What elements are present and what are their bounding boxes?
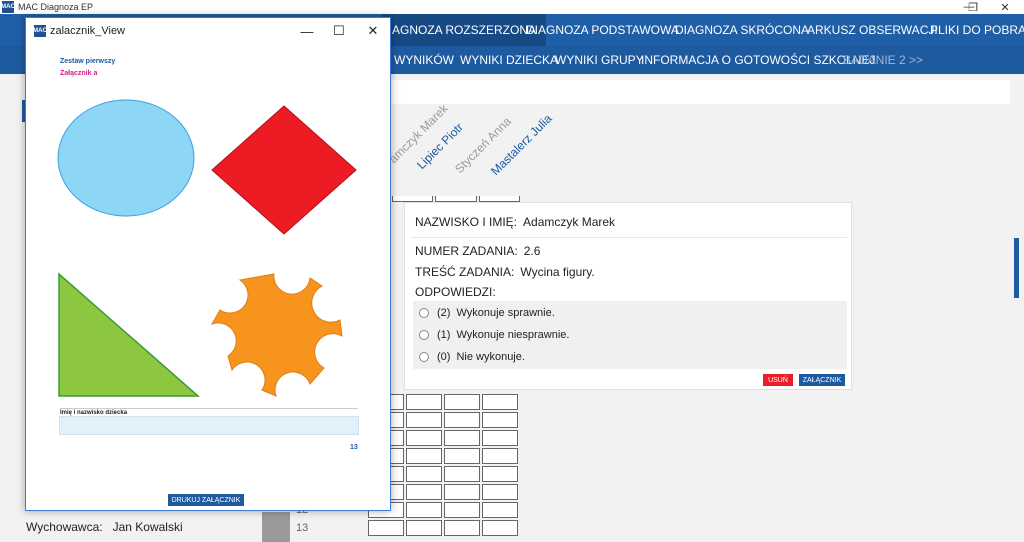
task-name-value: Adamczyk Marek	[523, 215, 616, 229]
grid-cell[interactable]	[444, 412, 480, 428]
attachment-window-titlebar[interactable]: MAC zalacznik_View — ☐ ✕	[26, 18, 390, 44]
task-content-value: Wycina figury.	[520, 265, 595, 279]
divider	[411, 237, 847, 238]
scrollbar-track[interactable]	[1012, 108, 1024, 542]
grid-cell[interactable]	[444, 448, 480, 464]
cutout-shapes	[57, 99, 357, 397]
minimize-icon[interactable]: —	[290, 18, 324, 44]
answer-option[interactable]: (2) Wykonuje sprawnie.	[419, 307, 555, 319]
task-name-label: NAZWISKO I IMIĘ:	[415, 215, 518, 229]
child-name-label: Imię i nazwisko dziecka	[60, 408, 358, 416]
attachment-window: MAC zalacznik_View — ☐ ✕ Zestaw pierwszy…	[25, 17, 391, 511]
nav-diagnoza-rozszerzona[interactable]: AGNOZA ROZSZERZONA	[382, 14, 547, 46]
set-label: Zestaw pierwszy	[60, 58, 116, 65]
answer-option[interactable]: (1) Wykonuje niesprawnie.	[419, 329, 569, 341]
tab-informacja-o-gotowosci[interactable]: INFORMACJA O GOTOWOŚCI SZKOLNEJ	[641, 46, 875, 74]
page-number: 13	[350, 444, 358, 451]
task-name-row: NAZWISKO I IMIĘ: Adamczyk Marek	[415, 215, 615, 229]
tab-badanie-2[interactable]: BADANIE 2 >>	[843, 46, 923, 74]
grid-cell[interactable]	[482, 502, 518, 518]
attachment-document: Zestaw pierwszy Załącznik a Imię i nazwi…	[32, 44, 384, 506]
app-logo-icon: MAC	[1, 1, 15, 13]
radio-button[interactable]	[419, 308, 429, 318]
grid-cell[interactable]	[444, 520, 480, 536]
print-attachment-button[interactable]: DRUKUJ ZAŁĄCZNIK	[168, 494, 244, 506]
answer-text: Wykonuje niesprawnie.	[456, 329, 570, 341]
answer-code: (2)	[437, 307, 451, 319]
child-name-field[interactable]	[59, 416, 359, 435]
attachment-label: Załącznik a	[60, 70, 98, 77]
app-titlebar: MAC MAC Diagnoza EP — ❐ ✕	[0, 0, 1024, 14]
grid-cell[interactable]	[406, 520, 442, 536]
grid-cell[interactable]	[444, 430, 480, 446]
grid-cell[interactable]	[406, 484, 442, 500]
grid-cell[interactable]	[482, 430, 518, 446]
task-panel: NAZWISKO I IMIĘ: Adamczyk Marek NUMER ZAD…	[404, 202, 852, 390]
circle-shape	[57, 99, 195, 217]
grid-cell[interactable]	[482, 520, 518, 536]
grid-cell[interactable]	[482, 484, 518, 500]
grid-cell[interactable]	[406, 466, 442, 482]
radio-button[interactable]	[419, 330, 429, 340]
maximize-icon[interactable]: ☐	[322, 18, 356, 44]
attachment-button[interactable]: ZAŁĄCZNIK	[799, 374, 845, 386]
grid-cell[interactable]	[406, 448, 442, 464]
grid-cell[interactable]	[444, 484, 480, 500]
grid-cell[interactable]	[406, 394, 442, 410]
task-content-row: TREŚĆ ZADANIA: Wycina figury.	[415, 265, 595, 279]
grid-cell[interactable]	[444, 466, 480, 482]
tab-wyniki-grupy[interactable]: WYNIKI GRUPY	[555, 46, 644, 74]
tab-wyniki-dziecka[interactable]: WYNIKI DZIECKA	[460, 46, 558, 74]
toolbar-strip	[370, 80, 1010, 104]
teacher-label: Wychowawca:	[26, 520, 103, 534]
grid-cell[interactable]	[406, 430, 442, 446]
answers-list: (2) Wykonuje sprawnie. (1) Wykonuje nies…	[413, 301, 847, 369]
answer-option[interactable]: (0) Nie wykonuje.	[419, 351, 525, 363]
answer-text: Nie wykonuje.	[456, 351, 525, 363]
nav-diagnoza-skrocona[interactable]: DIAGNOZA SKRÓCONA	[675, 14, 809, 46]
nav-arkusz-obserwacji[interactable]: ARKUSZ OBSERWACJI	[807, 14, 938, 46]
answer-code: (1)	[437, 329, 451, 341]
close-icon[interactable]: ✕	[990, 0, 1020, 14]
radio-button[interactable]	[419, 352, 429, 362]
nav-pliki-do-pobrania[interactable]: PLIKI DO POBRAN	[930, 14, 1024, 46]
row-number: 13	[296, 522, 309, 534]
app-title: MAC Diagnoza EP	[18, 2, 94, 12]
window-title: zalacznik_View	[50, 25, 126, 37]
restore-icon[interactable]: ❐	[958, 0, 988, 14]
row-marker	[262, 512, 290, 542]
nav-diagnoza-podstawowa[interactable]: DIAGNOZA PODSTAWOWA	[526, 14, 679, 46]
scrollbar-thumb[interactable]	[1014, 238, 1019, 298]
grid-cell[interactable]	[368, 520, 404, 536]
grid-cell[interactable]	[482, 448, 518, 464]
teacher-name: Jan Kowalski	[112, 520, 183, 534]
close-icon[interactable]: ✕	[356, 18, 390, 44]
tab-wynikow[interactable]: WYNIKÓW	[394, 46, 454, 74]
grid-cell[interactable]	[444, 502, 480, 518]
grid-cell[interactable]	[482, 466, 518, 482]
answer-code: (0)	[437, 351, 451, 363]
grid-cell[interactable]	[406, 412, 442, 428]
grid-cell[interactable]	[482, 394, 518, 410]
gear-shape	[210, 273, 343, 397]
grid-cell[interactable]	[406, 502, 442, 518]
task-number-label: NUMER ZADANIA:	[415, 244, 518, 258]
window-logo-icon: MAC	[33, 25, 47, 37]
grid-cell[interactable]	[444, 394, 480, 410]
triangle-shape	[58, 272, 200, 397]
task-content-label: TREŚĆ ZADANIA:	[415, 265, 515, 279]
answers-label: ODPOWIEDZI:	[415, 285, 496, 299]
task-number-value: 2.6	[523, 244, 541, 258]
diamond-shape	[211, 105, 357, 235]
grid-cell[interactable]	[482, 412, 518, 428]
task-number-row: NUMER ZADANIA: 2.6	[415, 244, 540, 258]
delete-button[interactable]: USUŃ	[763, 374, 793, 386]
answer-text: Wykonuje sprawnie.	[456, 307, 555, 319]
teacher-info: Wychowawca: Jan Kowalski	[26, 520, 183, 534]
